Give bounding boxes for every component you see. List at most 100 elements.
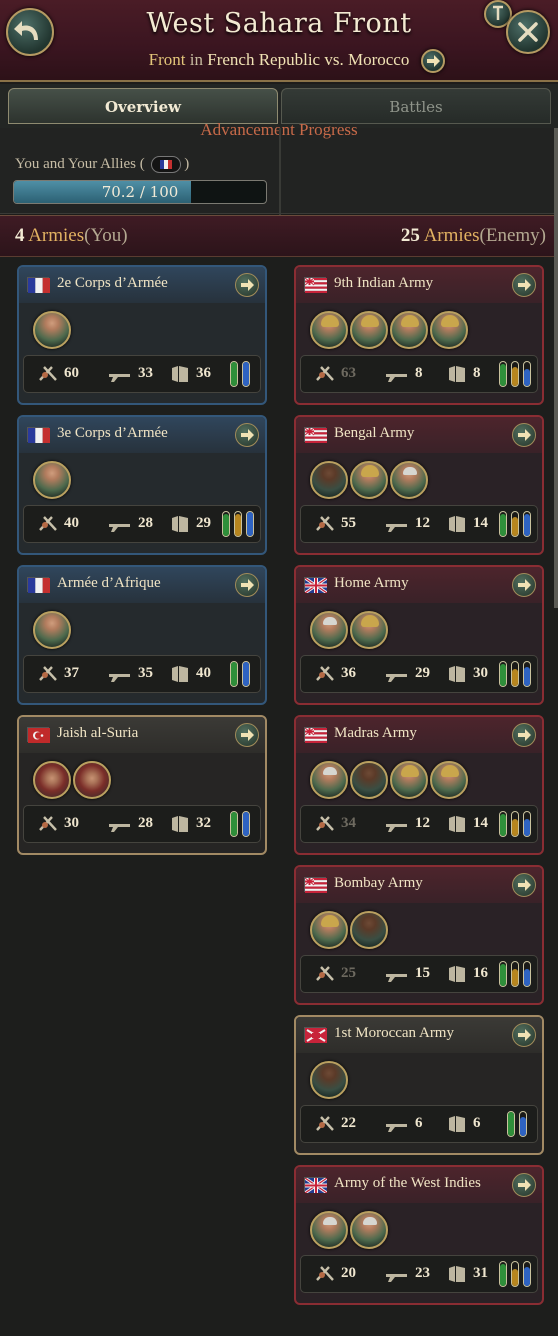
general-portrait[interactable]: [390, 761, 428, 799]
enemy-army-card[interactable]: 9th Indian Army 63 8 8: [294, 265, 544, 405]
artillery-icon: [385, 518, 409, 537]
general-portrait[interactable]: [350, 911, 388, 949]
artillery-icon: [385, 368, 409, 387]
go-to-army-button[interactable]: [512, 723, 536, 747]
artillery-count: 28: [138, 815, 153, 831]
enemy-army-card[interactable]: Army of the West Indies 20 23 31: [294, 1165, 544, 1305]
go-to-army-button[interactable]: [235, 723, 259, 747]
army-name[interactable]: Bengal Army: [334, 425, 414, 442]
general-portrait[interactable]: [350, 461, 388, 499]
army-header: 1st Moroccan Army: [296, 1017, 542, 1053]
artillery-icon: [108, 818, 132, 837]
enemy-army-card[interactable]: Bengal Army 55 12 14: [294, 415, 544, 555]
general-portraits: [33, 611, 71, 651]
supply-icon: [170, 364, 190, 388]
go-to-army-button[interactable]: [512, 273, 536, 297]
organization-bar: [222, 511, 230, 537]
general-portrait[interactable]: [310, 1061, 348, 1099]
arrow-right-icon: [518, 1029, 531, 1041]
organization-bar: [499, 661, 507, 687]
organization-bar: [499, 1261, 507, 1287]
general-portrait[interactable]: [33, 611, 71, 649]
organization-bar: [523, 661, 531, 687]
general-portrait[interactable]: [350, 761, 388, 799]
general-portrait[interactable]: [310, 761, 348, 799]
friendly-army-card[interactable]: Jaish al-Suria 30 28 32: [17, 715, 267, 855]
enemy-army-card[interactable]: Bombay Army 25 15 16: [294, 865, 544, 1005]
friendly-army-card[interactable]: 3e Corps d’Armée 40 28 29: [17, 415, 267, 555]
enemy-army-card[interactable]: Madras Army 34 12 14: [294, 715, 544, 855]
general-portrait[interactable]: [310, 1211, 348, 1249]
arrow-right-icon: [241, 429, 254, 441]
go-to-army-button[interactable]: [235, 273, 259, 297]
progress-text: 70.2 / 100: [101, 183, 179, 201]
general-portrait[interactable]: [310, 311, 348, 349]
army-header: Jaish al-Suria: [19, 717, 265, 753]
army-name[interactable]: 1st Moroccan Army: [334, 1025, 454, 1042]
infantry-icon: [38, 814, 58, 836]
general-portraits: [310, 461, 428, 501]
enemy-army-card[interactable]: Home Army 36 29 30: [294, 565, 544, 705]
enemy-count-party: (Enemy): [479, 225, 546, 246]
army-name[interactable]: Armée d’Afrique: [57, 575, 161, 592]
general-portrait[interactable]: [390, 461, 428, 499]
arrow-right-icon: [518, 879, 531, 891]
go-to-army-button[interactable]: [235, 423, 259, 447]
army-header: 2e Corps d’Armée: [19, 267, 265, 303]
army-name[interactable]: Madras Army: [334, 725, 417, 742]
general-portrait[interactable]: [430, 311, 468, 349]
general-portrait[interactable]: [350, 611, 388, 649]
general-portraits: [310, 911, 388, 951]
go-to-army-button[interactable]: [512, 873, 536, 897]
general-portrait[interactable]: [33, 461, 71, 499]
go-to-army-button[interactable]: [512, 573, 536, 597]
go-to-army-button[interactable]: [235, 573, 259, 597]
general-portraits: [33, 311, 71, 351]
organization-bar: [242, 811, 250, 837]
general-portrait[interactable]: [310, 611, 348, 649]
friendly-army-card[interactable]: 2e Corps d’Armée 60 33 36: [17, 265, 267, 405]
enemy-army-card[interactable]: 1st Moroccan Army 22 6 6: [294, 1015, 544, 1155]
country-flag-icon: [27, 427, 50, 443]
army-name[interactable]: 2e Corps d’Armée: [57, 275, 168, 292]
army-name[interactable]: 3e Corps d’Armée: [57, 425, 168, 442]
army-stats: 40 28 29: [23, 505, 261, 543]
organization-bar: [511, 1261, 519, 1287]
artillery-icon: [385, 668, 409, 687]
close-button[interactable]: [506, 10, 550, 54]
army-name[interactable]: 9th Indian Army: [334, 275, 433, 292]
general-portrait[interactable]: [310, 911, 348, 949]
front-subtitle: Front in French Republic vs. Morocco: [0, 50, 558, 70]
army-name[interactable]: Jaish al-Suria: [57, 725, 138, 742]
general-portrait[interactable]: [390, 311, 428, 349]
tab-overview[interactable]: Overview: [8, 88, 278, 124]
tab-battles[interactable]: Battles: [281, 88, 551, 124]
subtitle-conflict-link[interactable]: French Republic vs. Morocco: [207, 50, 409, 69]
general-portraits: [33, 761, 111, 801]
general-portrait[interactable]: [430, 761, 468, 799]
infantry-icon: [315, 1114, 335, 1136]
supply-count: 14: [473, 815, 488, 831]
go-to-army-button[interactable]: [512, 423, 536, 447]
general-portrait[interactable]: [350, 1211, 388, 1249]
go-to-army-button[interactable]: [512, 1173, 536, 1197]
arrow-right-icon: [241, 579, 254, 591]
friendly-army-card[interactable]: Armée d’Afrique 37 35 40: [17, 565, 267, 705]
go-to-army-button[interactable]: [512, 1023, 536, 1047]
general-portrait[interactable]: [33, 761, 71, 799]
army-name[interactable]: Bombay Army: [334, 875, 423, 892]
general-portrait[interactable]: [33, 311, 71, 349]
army-name[interactable]: Home Army: [334, 575, 409, 592]
general-portrait[interactable]: [310, 461, 348, 499]
scrollbar[interactable]: [554, 128, 558, 608]
friendly-count-word: Armies: [28, 225, 85, 246]
army-name[interactable]: Army of the West Indies: [334, 1175, 481, 1192]
general-portrait[interactable]: [350, 311, 388, 349]
organization-bar: [511, 361, 519, 387]
supply-count: 36: [196, 365, 211, 381]
go-to-war-button[interactable]: [421, 49, 445, 73]
organization-bar: [523, 1261, 531, 1287]
artillery-icon: [108, 368, 132, 387]
country-flag-icon: [27, 277, 50, 293]
general-portrait[interactable]: [73, 761, 111, 799]
